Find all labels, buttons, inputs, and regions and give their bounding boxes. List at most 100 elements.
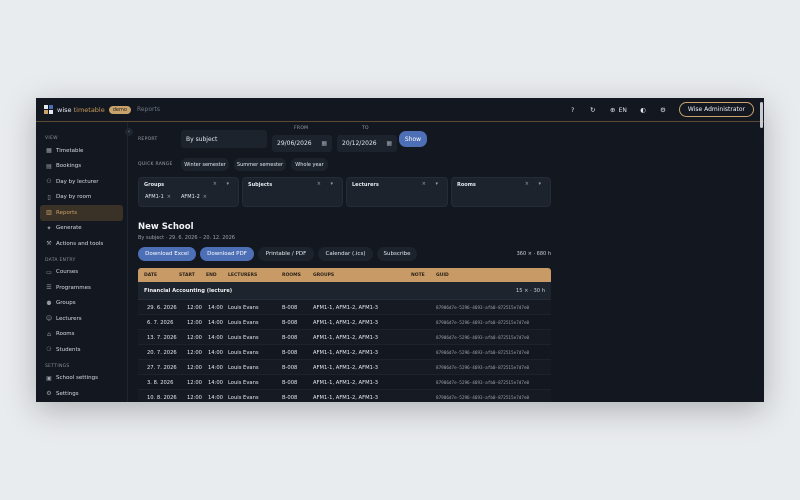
- sidebar-item-rooms[interactable]: ⌂ Rooms: [40, 327, 123, 343]
- remove-chip-icon[interactable]: ×: [167, 194, 171, 200]
- cell-end: 14:00: [208, 305, 223, 311]
- quick-range-summer[interactable]: Summer semester: [234, 158, 286, 171]
- refresh-icon[interactable]: ↻: [589, 106, 597, 114]
- group-chip[interactable]: AFM1-1 ×: [145, 194, 171, 200]
- globe-icon: ⊕: [609, 105, 616, 114]
- to-date-input[interactable]: 20/12/2026 ▦: [337, 135, 397, 152]
- sidebar-item-school-settings[interactable]: ▣ School settings: [40, 371, 123, 387]
- cell-start: 12:00: [187, 395, 202, 401]
- cell-end: 14:00: [208, 395, 223, 401]
- calendar-icon[interactable]: ▦: [386, 140, 392, 147]
- school-title: New School: [138, 222, 194, 232]
- brand-main-text: wise: [57, 105, 72, 114]
- brand-accent-text: timetable: [73, 105, 105, 114]
- sparkle-icon: ✦: [46, 224, 52, 232]
- cell-date: 6. 7. 2026: [147, 320, 174, 326]
- table-row[interactable]: 27. 7. 2026 12:00 14:00 Louis Evans B-008 AFM…: [138, 360, 551, 375]
- cell-room: B-008: [282, 305, 298, 311]
- sidebar-item-lecturers[interactable]: ☺ Lecturers: [40, 311, 123, 327]
- sidebar-item-day-by-lecturer[interactable]: ⚇ Day by lecturer: [40, 174, 123, 190]
- filter-controls-icon[interactable]: × ▾: [422, 181, 442, 187]
- calendar-ics-button[interactable]: Calendar (.ics): [318, 247, 373, 261]
- cell-room: B-008: [282, 395, 298, 401]
- sidebar-section-settings: SETTINGS: [45, 363, 70, 369]
- filter-lecturers[interactable]: Lecturers × ▾: [346, 177, 448, 207]
- column-header: DATE: [144, 273, 158, 278]
- stack-icon: ☰: [46, 284, 52, 292]
- cell-end: 14:00: [208, 380, 223, 386]
- cell-date: 20. 7. 2026: [147, 350, 177, 356]
- app-window: wise timetable demo Reports ? ↻ ⊕ EN ◐ ⚙…: [36, 98, 764, 402]
- cell-lecturer: Louis Evans: [228, 380, 259, 386]
- scrollbar[interactable]: [760, 102, 763, 128]
- table-row[interactable]: 29. 6. 2026 12:00 14:00 Louis Evans B-008 AFM…: [138, 300, 551, 315]
- filter-controls-icon[interactable]: × ▾: [213, 181, 233, 187]
- table-row[interactable]: 13. 7. 2026 12:00 14:00 Louis Evans B-008 AFM…: [138, 330, 551, 345]
- group-chip[interactable]: AFM1-2 ×: [181, 194, 207, 200]
- sidebar-item-generate[interactable]: ✦ Generate: [40, 221, 123, 237]
- filter-groups[interactable]: Groups × ▾ AFM1-1 × AFM1-2 ×: [138, 177, 239, 207]
- report-label: REPORT: [138, 137, 158, 142]
- cell-room: B-008: [282, 365, 298, 371]
- sidebar-item-programmes[interactable]: ☰ Programmes: [40, 280, 123, 296]
- sidebar-item-label: Generate: [56, 225, 82, 232]
- sidebar-item-courses[interactable]: ▭ Courses: [40, 265, 123, 281]
- quick-range-whole-year[interactable]: Whole year: [291, 158, 328, 171]
- sidebar-item-reports[interactable]: ▥ Reports: [40, 205, 123, 221]
- sidebar-item-settings[interactable]: ⚙ Settings: [40, 386, 123, 402]
- show-button[interactable]: Show: [399, 131, 427, 147]
- table-row[interactable]: 20. 7. 2026 12:00 14:00 Louis Evans B-008 AFM…: [138, 345, 551, 360]
- table-row[interactable]: 3. 8. 2026 12:00 14:00 Louis Evans B-008 AFM1…: [138, 375, 551, 390]
- filter-title: Subjects: [248, 182, 273, 188]
- report-type-select[interactable]: By subject: [181, 130, 267, 148]
- sidebar-item-day-by-room[interactable]: ▯ Day by room: [40, 190, 123, 206]
- sidebar-item-bookings[interactable]: ▤ Bookings: [40, 159, 123, 175]
- cell-groups: AFM1-1, AFM1-2, AFM1-3: [313, 335, 379, 341]
- subscribe-button[interactable]: Subscribe: [377, 247, 417, 261]
- theme-icon[interactable]: ◐: [639, 106, 647, 114]
- remove-chip-icon[interactable]: ×: [203, 194, 207, 200]
- filter-controls-icon[interactable]: × ▾: [317, 181, 337, 187]
- sidebar-item-label: Rooms: [56, 331, 75, 338]
- download-pdf-button[interactable]: Download PDF: [200, 247, 254, 261]
- sidebar-item-label: Day by room: [56, 194, 92, 201]
- cell-start: 12:00: [187, 335, 202, 341]
- sidebar-item-groups[interactable]: ⚉ Groups: [40, 296, 123, 312]
- cell-groups: AFM1-1, AFM1-2, AFM1-3: [313, 305, 379, 311]
- from-date-input[interactable]: 29/06/2026 ▦: [272, 135, 332, 152]
- sidebar-item-timetable[interactable]: ▦ Timetable: [40, 143, 123, 159]
- download-excel-button[interactable]: Download Excel: [138, 247, 196, 261]
- cell-date: 10. 8. 2026: [147, 395, 177, 401]
- brand-name[interactable]: wise timetable: [57, 106, 105, 114]
- filter-title: Lecturers: [352, 182, 379, 188]
- quick-range-winter[interactable]: Winter semester: [181, 158, 229, 171]
- cell-guid: 87906d7e-5296-4693-afb0-872515e7d7e0: [436, 380, 530, 386]
- cell-end: 14:00: [208, 335, 223, 341]
- help-icon[interactable]: ?: [569, 106, 577, 114]
- filter-subjects[interactable]: Subjects × ▾: [242, 177, 343, 207]
- printable-pdf-button[interactable]: Printable / PDF: [258, 247, 314, 261]
- filter-title: Rooms: [457, 182, 476, 188]
- calendar-icon[interactable]: ▦: [321, 140, 327, 147]
- language-switch[interactable]: ⊕ EN: [609, 106, 627, 114]
- cell-guid: 87906d7e-5296-4693-afb0-872515e7d7e0: [436, 320, 530, 326]
- sidebar-item-label: Reports: [56, 209, 78, 216]
- collapse-sidebar-icon[interactable]: ‹: [125, 128, 133, 136]
- filter-controls-icon[interactable]: × ▾: [525, 181, 545, 187]
- cell-guid: 87906d7e-5296-4693-afb0-872515e7d7e0: [436, 350, 530, 356]
- gear-icon[interactable]: ⚙: [659, 106, 667, 114]
- cell-lecturer: Louis Evans: [228, 305, 259, 311]
- sidebar-item-actions-and-tools[interactable]: ⚒ Actions and tools: [40, 236, 123, 252]
- table-header: DATE START END LECTURERS ROOMS GROUPS NO…: [138, 268, 551, 282]
- table-row[interactable]: 10. 8. 2026 12:00 14:00 Louis Evans B-008 AFM…: [138, 390, 551, 402]
- sidebar-item-students[interactable]: ⚆ Students: [40, 342, 123, 358]
- table-group-row[interactable]: Financial Accounting (lecture) 15 × · 30…: [138, 282, 551, 300]
- cell-start: 12:00: [187, 320, 202, 326]
- student-icon: ⚆: [46, 346, 52, 354]
- column-header: NOTE: [411, 273, 425, 278]
- user-menu-button[interactable]: Wise Administrator: [678, 102, 754, 117]
- to-date-value: 20/12/2026: [342, 140, 377, 147]
- table-row[interactable]: 6. 7. 2026 12:00 14:00 Louis Evans B-008 AFM1…: [138, 315, 551, 330]
- filter-rooms[interactable]: Rooms × ▾: [451, 177, 551, 207]
- sidebar-item-label: Actions and tools: [56, 240, 104, 247]
